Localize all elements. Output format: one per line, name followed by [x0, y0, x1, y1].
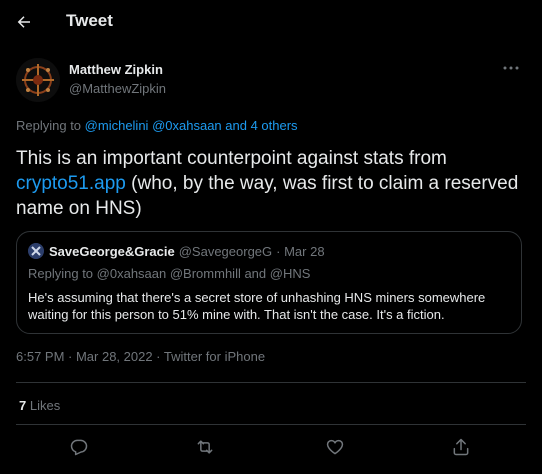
- divider: [16, 424, 526, 425]
- quoted-replying-mentions: @0xahsaan @Brommhill and @HNS: [96, 266, 311, 281]
- like-button[interactable]: [324, 436, 346, 458]
- retweet-button[interactable]: [194, 436, 216, 458]
- likes-number: 7: [19, 398, 27, 413]
- mention-0xahsaan[interactable]: @0xahsaan: [152, 118, 222, 133]
- tweet-actions: [0, 432, 542, 462]
- quoted-author-name: SaveGeorge&Gracie: [49, 243, 175, 259]
- quoted-author-avatar: [28, 243, 44, 259]
- quoted-replying-to: Replying to @0xahsaan @Brommhill and @HN…: [28, 266, 310, 281]
- author-handle[interactable]: @MatthewZipkin: [69, 81, 166, 96]
- reply-button[interactable]: [68, 436, 90, 458]
- divider: [16, 382, 526, 383]
- page-title: Tweet: [66, 11, 113, 30]
- tweet-text: This is an important counterpoint agains…: [16, 146, 526, 221]
- author-name[interactable]: Matthew Zipkin: [69, 62, 163, 77]
- like-icon: [325, 437, 345, 457]
- more-button[interactable]: [500, 60, 522, 76]
- mention-others[interactable]: and 4 others: [225, 118, 297, 133]
- back-arrow-icon: [15, 13, 33, 31]
- tweet-text-part: This is an important counterpoint agains…: [16, 148, 447, 169]
- share-button[interactable]: [450, 436, 472, 458]
- reply-icon: [69, 437, 89, 457]
- quoted-tweet-header: SaveGeorge&Gracie @SavegeorgeG · Mar 28: [28, 243, 325, 259]
- replying-to-label: Replying to: [16, 118, 82, 133]
- author-avatar[interactable]: [16, 58, 60, 102]
- more-icon: [503, 66, 519, 70]
- top-bar: Tweet: [0, 0, 542, 44]
- quoted-date: · Mar 28: [276, 243, 325, 259]
- retweet-icon: [195, 437, 215, 457]
- tweet-link[interactable]: crypto51.app: [16, 173, 126, 194]
- quoted-author-handle: @SavegeorgeG: [178, 243, 273, 259]
- quoted-tweet[interactable]: SaveGeorge&Gracie @SavegeorgeG · Mar 28 …: [16, 231, 522, 334]
- share-icon: [451, 437, 471, 457]
- quoted-replying-label: Replying to: [28, 266, 94, 281]
- back-button[interactable]: [11, 9, 37, 35]
- likes-label: Likes: [29, 398, 61, 413]
- likes-count[interactable]: 7 Likes: [19, 398, 60, 413]
- tweet-timestamp[interactable]: 6:57 PM · Mar 28, 2022 · Twitter for iPh…: [16, 349, 265, 364]
- mention-michelini[interactable]: @michelini: [85, 118, 149, 133]
- replying-to: Replying to @michelini @0xahsaan and 4 o…: [16, 118, 298, 133]
- quoted-tweet-text: He's assuming that there's a secret stor…: [28, 290, 486, 322]
